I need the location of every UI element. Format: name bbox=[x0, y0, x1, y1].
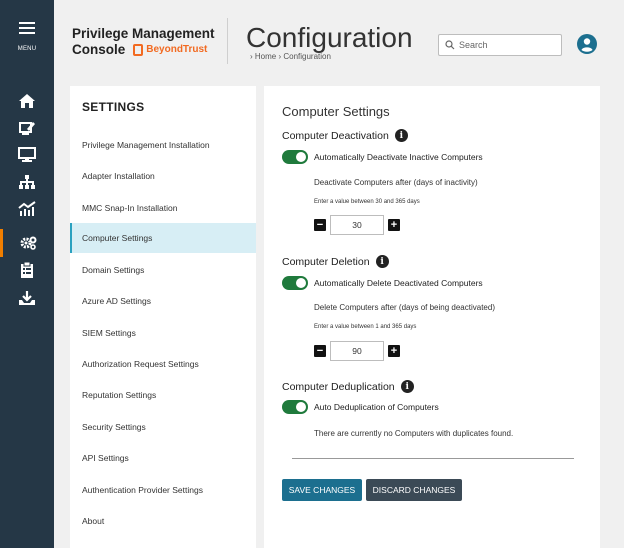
increment-button[interactable]: + bbox=[388, 219, 400, 231]
section-divider bbox=[292, 458, 574, 459]
delete-days-hint: Enter a value between 1 and 365 days bbox=[314, 324, 417, 330]
settings-sidebar: SETTINGS Privilege Management Installati… bbox=[70, 86, 256, 548]
brand-title-row: Console BeyondTrust bbox=[72, 42, 215, 57]
nav-computers[interactable] bbox=[0, 141, 54, 169]
delete-days-input[interactable]: 90 bbox=[330, 341, 384, 361]
search-icon bbox=[445, 40, 455, 50]
hamburger-icon bbox=[19, 22, 35, 34]
beyondtrust-logo-mark bbox=[133, 43, 144, 56]
menu-label: MENU bbox=[17, 46, 37, 52]
deactivation-heading-text: Computer Deactivation bbox=[282, 129, 389, 142]
nav-rail: MENU bbox=[0, 0, 54, 548]
beyondtrust-logo: BeyondTrust bbox=[133, 43, 208, 56]
settings-heading: SETTINGS bbox=[82, 100, 145, 114]
delete-toggle[interactable] bbox=[282, 276, 308, 290]
deactivate-days-stepper: − 30 + bbox=[314, 215, 400, 235]
deactivate-toggle[interactable] bbox=[282, 150, 308, 164]
brand-title-line2: Console bbox=[72, 42, 126, 57]
sidebar-item-azure-ad-settings[interactable]: Azure AD Settings bbox=[70, 286, 256, 316]
sidebar-item-adapter-installation[interactable]: Adapter Installation bbox=[70, 161, 256, 191]
sidebar-item-authorization-request-settings[interactable]: Authorization Request Settings bbox=[70, 349, 256, 379]
monitor-icon bbox=[18, 147, 36, 162]
info-icon[interactable]: i bbox=[394, 129, 408, 142]
download-icon bbox=[19, 291, 35, 305]
page-title: Configuration bbox=[246, 22, 413, 53]
sidebar-item-security-settings[interactable]: Security Settings bbox=[70, 412, 256, 442]
deduplication-toggle-label: Auto Deduplication of Computers bbox=[314, 402, 439, 412]
sidebar-item-authentication-provider-settings[interactable]: Authentication Provider Settings bbox=[70, 475, 256, 505]
header-divider bbox=[227, 18, 228, 64]
deduplication-heading-text: Computer Deduplication bbox=[282, 380, 395, 393]
delete-toggle-label: Automatically Delete Deactivated Compute… bbox=[314, 278, 483, 288]
nav-tasks[interactable] bbox=[0, 256, 54, 284]
info-icon[interactable]: i bbox=[375, 255, 389, 268]
decrement-button[interactable]: − bbox=[314, 219, 326, 231]
analytics-icon bbox=[18, 201, 36, 216]
nav-analytics[interactable] bbox=[0, 195, 54, 223]
nav-home[interactable] bbox=[0, 87, 54, 115]
nav-downloads[interactable] bbox=[0, 284, 54, 312]
nav-policies[interactable] bbox=[0, 168, 54, 196]
sidebar-item-siem-settings[interactable]: SIEM Settings bbox=[70, 318, 256, 348]
deactivation-section-heading: Computer Deactivation i bbox=[282, 129, 408, 142]
deduplication-toggle[interactable] bbox=[282, 400, 308, 414]
beyondtrust-logo-text: BeyondTrust bbox=[146, 44, 208, 55]
deactivate-days-hint: Enter a value between 30 and 365 days bbox=[314, 199, 420, 205]
computer-settings-panel: Computer Settings Computer Deactivation … bbox=[264, 86, 600, 548]
deduplication-status-note: There are currently no Computers with du… bbox=[314, 429, 514, 438]
search-placeholder: Search bbox=[459, 40, 488, 50]
home-icon bbox=[19, 94, 35, 108]
delete-days-stepper: − 90 + bbox=[314, 341, 400, 361]
increment-button[interactable]: + bbox=[388, 345, 400, 357]
clipboard-icon bbox=[21, 261, 33, 278]
sidebar-item-privilege-management-installation[interactable]: Privilege Management Installation bbox=[70, 130, 256, 160]
deduplication-section-heading: Computer Deduplication i bbox=[282, 380, 414, 393]
panel-title: Computer Settings bbox=[282, 104, 390, 119]
sidebar-item-api-settings[interactable]: API Settings bbox=[70, 443, 256, 473]
discard-changes-button[interactable]: DISCARD CHANGES bbox=[366, 479, 462, 501]
deactivate-days-input[interactable]: 30 bbox=[330, 215, 384, 235]
deactivate-toggle-label: Automatically Deactivate Inactive Comput… bbox=[314, 152, 483, 162]
breadcrumb[interactable]: › Home › Configuration bbox=[250, 52, 331, 61]
save-changes-button[interactable]: SAVE CHANGES bbox=[282, 479, 362, 501]
sidebar-item-domain-settings[interactable]: Domain Settings bbox=[70, 255, 256, 285]
sidebar-item-mmc-snap-in-installation[interactable]: MMC Snap-In Installation bbox=[70, 193, 256, 223]
search-input[interactable]: Search bbox=[438, 34, 562, 56]
deletion-heading-text: Computer Deletion bbox=[282, 255, 370, 268]
nav-computers-list[interactable] bbox=[0, 114, 54, 142]
computer-edit-icon bbox=[19, 122, 35, 135]
sidebar-item-about[interactable]: About bbox=[70, 506, 256, 536]
hierarchy-icon bbox=[19, 175, 35, 189]
sidebar-item-reputation-settings[interactable]: Reputation Settings bbox=[70, 380, 256, 410]
gears-icon bbox=[20, 236, 36, 250]
deletion-section-heading: Computer Deletion i bbox=[282, 255, 389, 268]
deactivate-days-label: Deactivate Computers after (days of inac… bbox=[314, 178, 478, 187]
sidebar-item-computer-settings[interactable]: Computer Settings bbox=[70, 223, 256, 253]
decrement-button[interactable]: − bbox=[314, 345, 326, 357]
info-icon[interactable]: i bbox=[400, 380, 414, 393]
brand-title-line1: Privilege Management bbox=[72, 26, 215, 41]
user-avatar-icon[interactable] bbox=[577, 34, 597, 54]
nav-configuration[interactable] bbox=[0, 229, 54, 257]
brand: Privilege Management Console BeyondTrust bbox=[72, 26, 215, 57]
delete-days-label: Delete Computers after (days of being de… bbox=[314, 303, 495, 312]
menu-button[interactable]: MENU bbox=[0, 22, 54, 55]
